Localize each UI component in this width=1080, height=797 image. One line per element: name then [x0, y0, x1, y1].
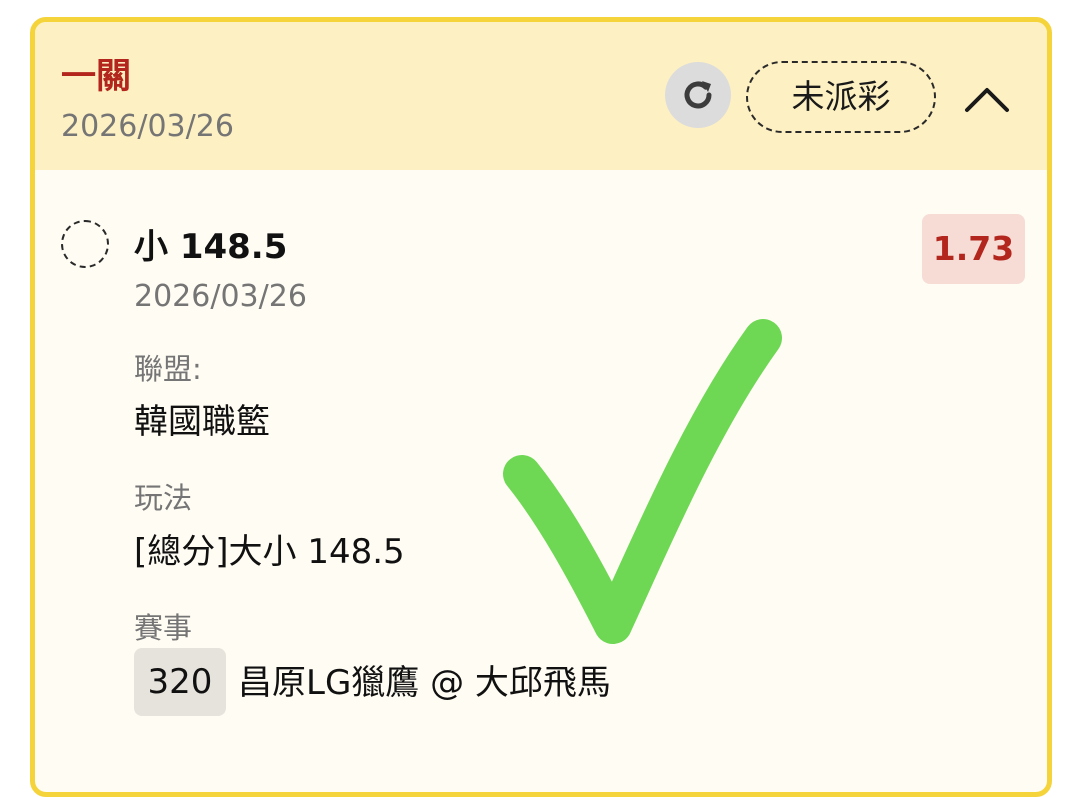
- market-value: [總分]大小 148.5: [134, 532, 405, 572]
- event-name: 昌原LG獵鷹 @ 大邱飛馬: [238, 663, 611, 703]
- card-header: 一關 2026/03/26 未派彩: [35, 22, 1047, 170]
- league-label: 聯盟:: [134, 352, 202, 386]
- odds-badge: 1.73: [922, 214, 1025, 284]
- market-label: 玩法: [134, 481, 193, 515]
- event-number-badge: 320: [134, 648, 226, 716]
- selection-name: 小 148.5: [134, 227, 288, 267]
- collapse-button[interactable]: [960, 76, 1014, 120]
- chevron-up-icon: [965, 88, 1009, 112]
- bet-type-title: 一關: [61, 57, 132, 97]
- event-label: 賽事: [134, 611, 193, 645]
- refresh-icon: [684, 81, 712, 109]
- league-value: 韓國職籃: [134, 402, 270, 442]
- status-badge: 未派彩: [746, 61, 936, 133]
- header-date: 2026/03/26: [61, 109, 234, 144]
- selection-date: 2026/03/26: [134, 279, 307, 314]
- bet-slip-card: 一關 2026/03/26 未派彩 小 148.5 2026/03/26 1.7…: [30, 17, 1052, 797]
- selection-radio[interactable]: [61, 220, 109, 268]
- refresh-button[interactable]: [665, 62, 731, 128]
